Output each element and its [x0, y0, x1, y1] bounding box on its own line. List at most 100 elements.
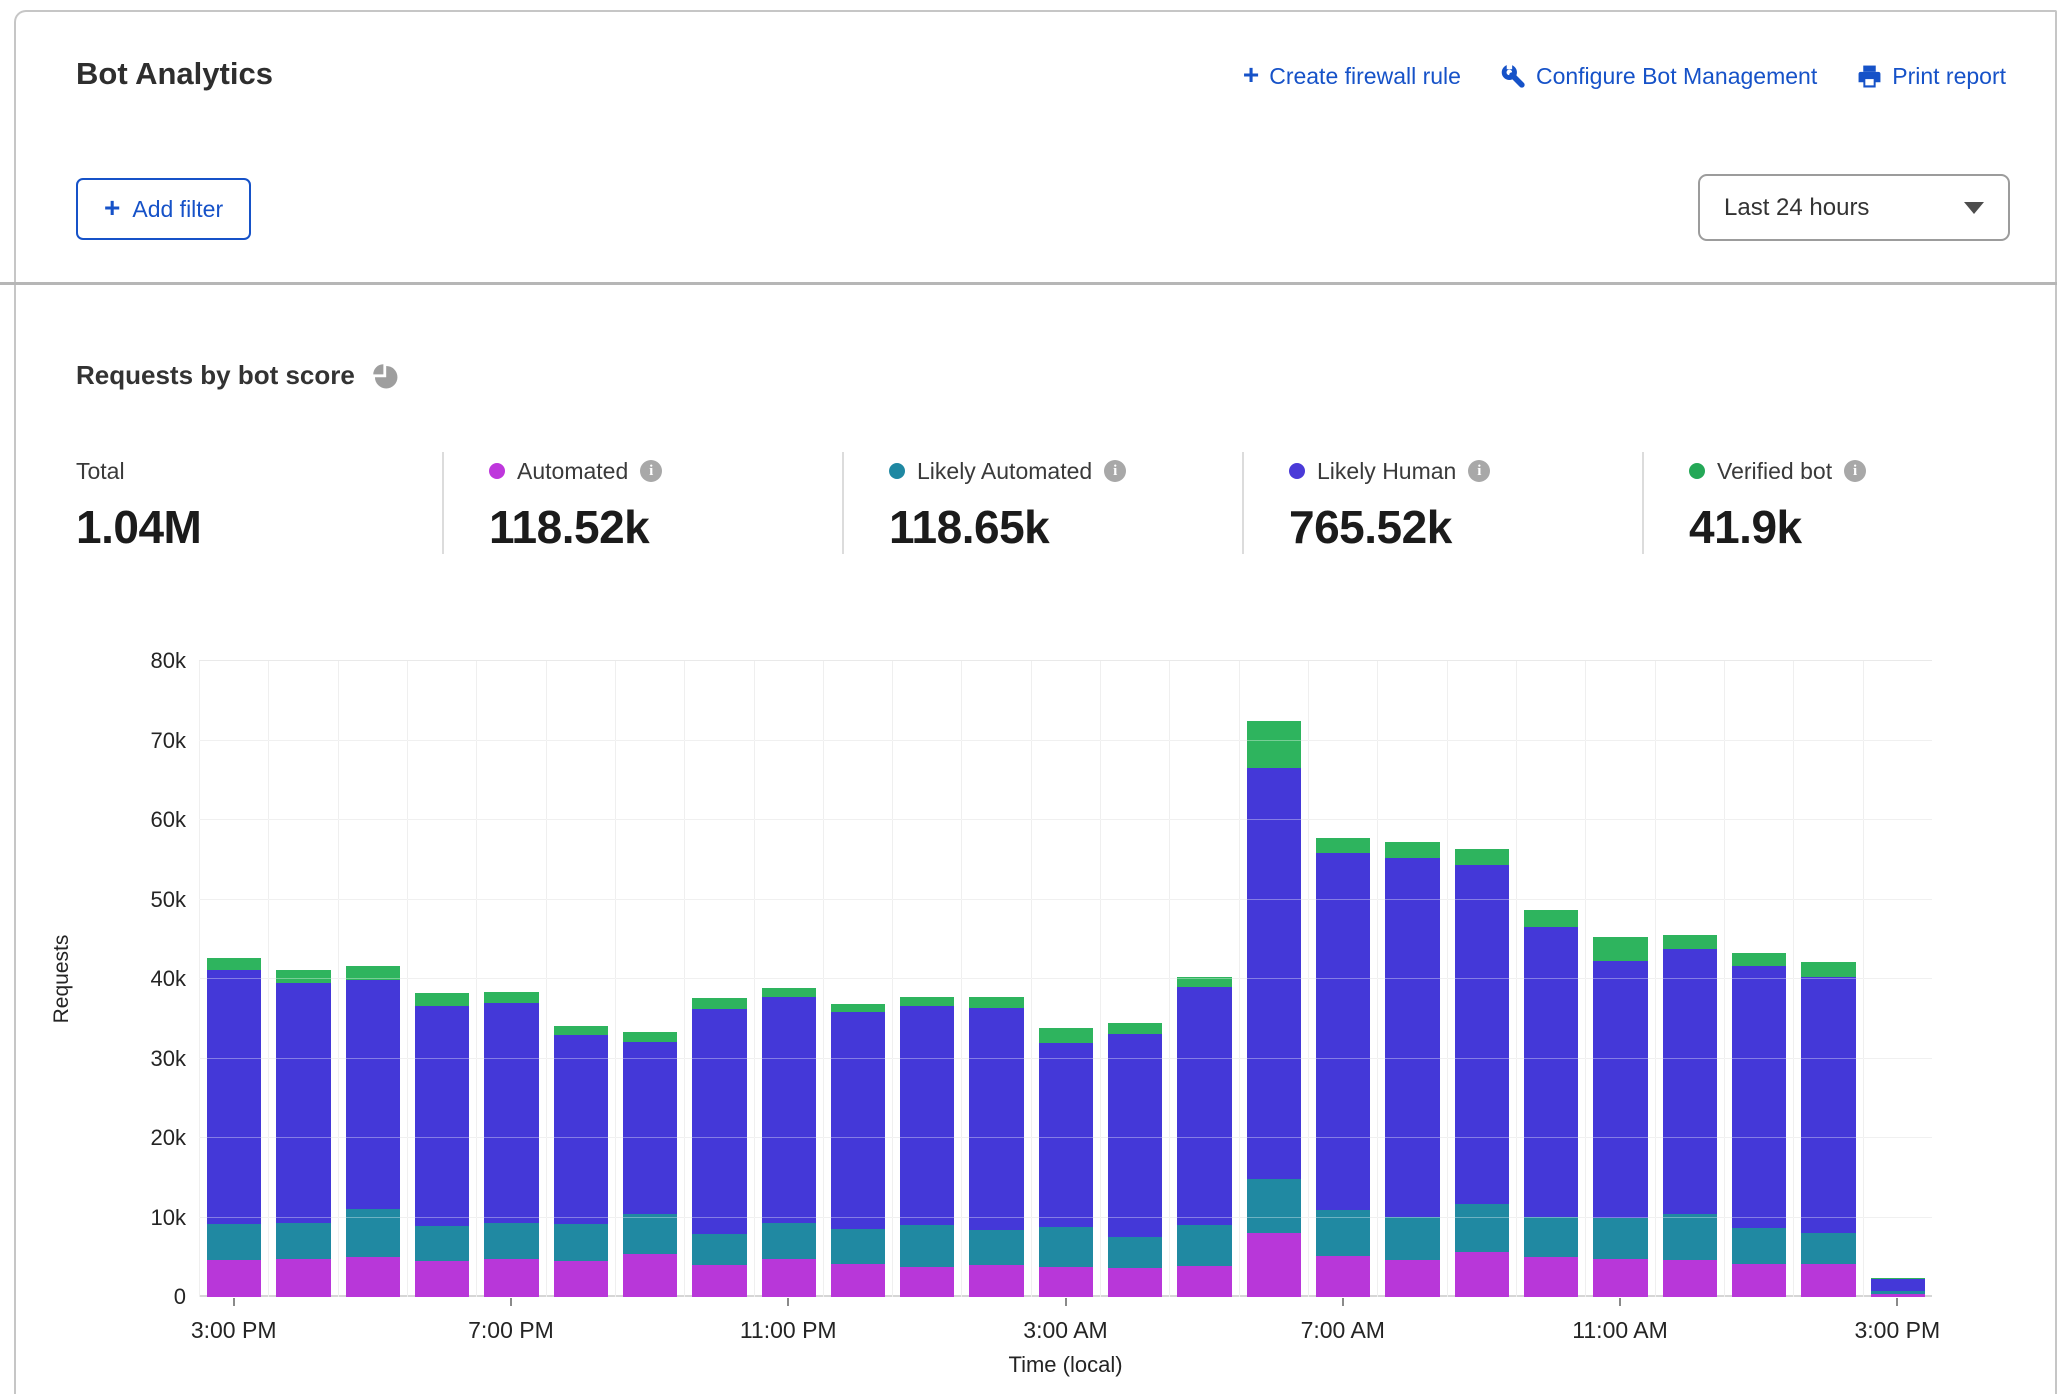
add-filter-button[interactable]: + Add filter: [76, 178, 251, 240]
bar-segment-verified-bot[interactable]: [346, 966, 400, 980]
bar-segment-likely-human[interactable]: [762, 997, 816, 1224]
stacked-bar[interactable]: [1455, 661, 1509, 1297]
bar-segment-automated[interactable]: [554, 1261, 608, 1297]
stacked-bar[interactable]: [1663, 661, 1717, 1297]
bar-segment-likely-automated[interactable]: [1663, 1214, 1717, 1259]
stacked-bar[interactable]: [276, 661, 330, 1297]
bar-segment-automated[interactable]: [415, 1261, 469, 1297]
bar-segment-automated[interactable]: [969, 1265, 1023, 1297]
bar-segment-verified-bot[interactable]: [1732, 953, 1786, 967]
bar-segment-likely-human[interactable]: [1524, 927, 1578, 1217]
bar-segment-verified-bot[interactable]: [554, 1026, 608, 1036]
bar-segment-likely-human[interactable]: [484, 1003, 538, 1223]
stacked-bar[interactable]: [900, 661, 954, 1297]
bar-segment-automated[interactable]: [831, 1264, 885, 1297]
stacked-bar[interactable]: [762, 661, 816, 1297]
bar-segment-likely-human[interactable]: [1177, 987, 1231, 1225]
bar-segment-likely-automated[interactable]: [554, 1224, 608, 1261]
stacked-bar[interactable]: [692, 661, 746, 1297]
bar-segment-likely-automated[interactable]: [484, 1223, 538, 1259]
bar-segment-automated[interactable]: [1039, 1267, 1093, 1297]
bar-segment-automated[interactable]: [762, 1259, 816, 1297]
bar-segment-automated[interactable]: [1455, 1252, 1509, 1297]
stacked-bar[interactable]: [1732, 661, 1786, 1297]
bar-segment-likely-automated[interactable]: [1177, 1225, 1231, 1266]
bar-segment-verified-bot[interactable]: [1247, 721, 1301, 768]
bar-segment-verified-bot[interactable]: [692, 998, 746, 1009]
stacked-bar[interactable]: [484, 661, 538, 1297]
bar-segment-likely-human[interactable]: [1871, 1279, 1925, 1292]
stacked-bar[interactable]: [1385, 661, 1439, 1297]
bar-segment-likely-automated[interactable]: [1385, 1217, 1439, 1261]
stacked-bar[interactable]: [1593, 661, 1647, 1297]
bar-segment-likely-human[interactable]: [1732, 966, 1786, 1228]
bar-segment-likely-automated[interactable]: [346, 1209, 400, 1257]
bar-segment-likely-human[interactable]: [623, 1042, 677, 1214]
bar-segment-verified-bot[interactable]: [623, 1032, 677, 1042]
bar-segment-verified-bot[interactable]: [969, 997, 1023, 1008]
bar-segment-verified-bot[interactable]: [1455, 849, 1509, 865]
bar-segment-likely-human[interactable]: [831, 1012, 885, 1229]
bar-segment-likely-human[interactable]: [692, 1009, 746, 1234]
bar-segment-likely-human[interactable]: [1663, 949, 1717, 1215]
bar-segment-automated[interactable]: [900, 1267, 954, 1297]
bar-segment-verified-bot[interactable]: [1039, 1028, 1093, 1042]
stacked-bar[interactable]: [415, 661, 469, 1297]
bar-segment-automated[interactable]: [1385, 1260, 1439, 1297]
bar-segment-verified-bot[interactable]: [1663, 935, 1717, 949]
bar-segment-automated[interactable]: [1524, 1257, 1578, 1297]
bar-segment-likely-automated[interactable]: [1108, 1237, 1162, 1268]
bar-segment-verified-bot[interactable]: [900, 997, 954, 1007]
bar-segment-likely-automated[interactable]: [1455, 1204, 1509, 1252]
bar-segment-likely-automated[interactable]: [415, 1226, 469, 1261]
stacked-bar[interactable]: [346, 661, 400, 1297]
stacked-bar[interactable]: [1247, 661, 1301, 1297]
bar-segment-automated[interactable]: [1108, 1268, 1162, 1297]
bar-segment-likely-human[interactable]: [1385, 858, 1439, 1217]
bar-segment-verified-bot[interactable]: [1385, 842, 1439, 858]
bar-segment-automated[interactable]: [484, 1259, 538, 1297]
bar-segment-automated[interactable]: [1663, 1260, 1717, 1297]
bar-segment-verified-bot[interactable]: [415, 993, 469, 1006]
bar-segment-likely-human[interactable]: [1316, 853, 1370, 1211]
bar-segment-automated[interactable]: [346, 1257, 400, 1297]
bar-segment-automated[interactable]: [623, 1254, 677, 1297]
bar-segment-verified-bot[interactable]: [762, 988, 816, 997]
bar-segment-likely-automated[interactable]: [1316, 1210, 1370, 1255]
print-report-link[interactable]: Print report: [1857, 63, 2006, 90]
bar-segment-verified-bot[interactable]: [1593, 937, 1647, 961]
bar-segment-likely-human[interactable]: [1247, 768, 1301, 1178]
bar-segment-automated[interactable]: [1177, 1266, 1231, 1297]
info-icon[interactable]: i: [1468, 460, 1490, 482]
stacked-bar[interactable]: [831, 661, 885, 1297]
time-range-select[interactable]: Last 24 hours: [1698, 174, 2010, 241]
bar-segment-verified-bot[interactable]: [1801, 962, 1855, 978]
bar-segment-likely-human[interactable]: [1039, 1043, 1093, 1227]
bar-segment-automated[interactable]: [692, 1265, 746, 1297]
bar-segment-likely-automated[interactable]: [1732, 1228, 1786, 1264]
stacked-bar[interactable]: [207, 661, 261, 1297]
bar-segment-likely-human[interactable]: [276, 983, 330, 1223]
stacked-bar[interactable]: [969, 661, 1023, 1297]
bar-segment-likely-human[interactable]: [1801, 977, 1855, 1232]
bar-segment-automated[interactable]: [1247, 1233, 1301, 1297]
bar-segment-likely-human[interactable]: [415, 1006, 469, 1226]
bar-segment-likely-human[interactable]: [1455, 865, 1509, 1204]
stacked-bar[interactable]: [1177, 661, 1231, 1297]
create-firewall-rule-link[interactable]: + Create firewall rule: [1243, 62, 1461, 90]
bar-segment-automated[interactable]: [1316, 1256, 1370, 1297]
stacked-bar[interactable]: [1039, 661, 1093, 1297]
bar-segment-automated[interactable]: [276, 1259, 330, 1297]
info-icon[interactable]: i: [640, 460, 662, 482]
bar-segment-verified-bot[interactable]: [1524, 910, 1578, 927]
bar-segment-likely-human[interactable]: [1108, 1034, 1162, 1238]
bar-segment-verified-bot[interactable]: [831, 1004, 885, 1013]
bar-segment-likely-automated[interactable]: [1524, 1217, 1578, 1258]
stacked-bar[interactable]: [1524, 661, 1578, 1297]
bar-segment-verified-bot[interactable]: [276, 970, 330, 984]
stacked-bar[interactable]: [1801, 661, 1855, 1297]
bar-segment-likely-automated[interactable]: [692, 1234, 746, 1265]
bar-segment-likely-automated[interactable]: [1593, 1218, 1647, 1259]
bar-segment-verified-bot[interactable]: [1108, 1023, 1162, 1034]
bar-segment-verified-bot[interactable]: [1177, 977, 1231, 987]
